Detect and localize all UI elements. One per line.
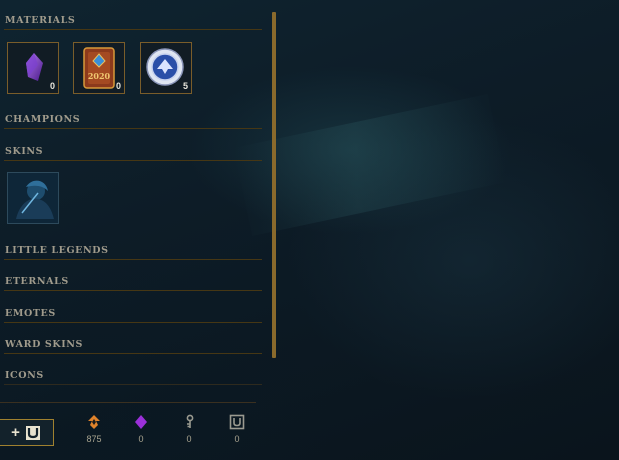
currency-chests: 0 bbox=[217, 414, 257, 444]
section-title-eternals[interactable]: ETERNALS bbox=[5, 276, 69, 287]
material-tile-blue-token[interactable]: 5 bbox=[140, 42, 192, 94]
section-title-emotes[interactable]: EMOTES bbox=[5, 308, 56, 319]
key-icon bbox=[186, 414, 194, 428]
currency-keys: 0 bbox=[169, 414, 209, 444]
currency-value: 0 bbox=[186, 434, 192, 444]
scrollbar[interactable] bbox=[272, 12, 276, 358]
material-tile-2020-capsule[interactable]: 2020 0 bbox=[73, 42, 125, 94]
currency-value: 0 bbox=[138, 434, 144, 444]
section-divider bbox=[4, 290, 262, 291]
currency-mythic-essence: 0 bbox=[121, 414, 161, 444]
capsule-year-label: 2020 bbox=[88, 71, 111, 81]
mythic-essence-icon bbox=[135, 415, 147, 429]
chest-icon bbox=[25, 425, 40, 440]
footer-divider bbox=[0, 402, 256, 403]
section-title-materials[interactable]: MATERIALS bbox=[5, 15, 75, 26]
section-divider bbox=[4, 353, 262, 354]
loot-panel: MATERIALS 0 2020 0 5 CHAMPIONS SKINS LIT… bbox=[0, 0, 619, 460]
material-count: 0 bbox=[49, 81, 55, 91]
section-divider bbox=[4, 29, 262, 30]
section-divider bbox=[4, 160, 262, 161]
section-divider bbox=[4, 322, 262, 323]
material-count: 5 bbox=[182, 81, 188, 91]
currency-value: 0 bbox=[234, 434, 240, 444]
plus-label: + bbox=[11, 424, 20, 441]
section-title-ward-skins[interactable]: WARD SKINS bbox=[5, 339, 83, 350]
section-title-champions[interactable]: CHAMPIONS bbox=[5, 114, 80, 125]
material-tile-purple-gem[interactable]: 0 bbox=[7, 42, 59, 94]
skin-tile[interactable] bbox=[7, 172, 59, 224]
currency-value: 875 bbox=[86, 434, 102, 444]
currency-blue-essence: 875 bbox=[74, 414, 114, 444]
chest-icon bbox=[229, 414, 245, 430]
orange-essence-icon bbox=[88, 415, 100, 429]
section-divider bbox=[4, 384, 262, 385]
section-divider bbox=[4, 259, 262, 260]
craft-button[interactable]: + bbox=[0, 419, 54, 446]
section-title-little-legends[interactable]: LITTLE LEGENDS bbox=[5, 245, 109, 256]
section-title-skins[interactable]: SKINS bbox=[5, 146, 43, 157]
material-count: 0 bbox=[115, 81, 121, 91]
section-title-icons[interactable]: ICONS bbox=[5, 370, 44, 381]
skin-shard-icon bbox=[8, 173, 58, 223]
section-divider bbox=[4, 128, 262, 129]
